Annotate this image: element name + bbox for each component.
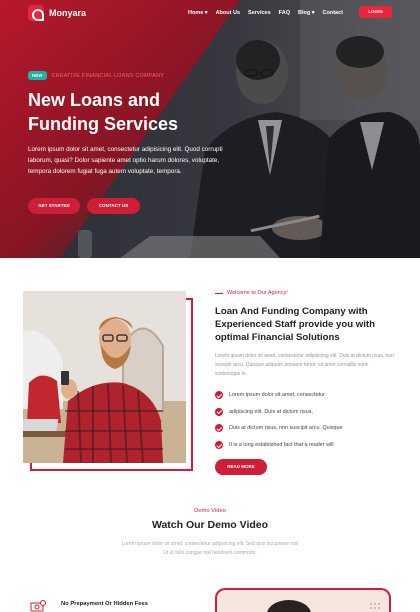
list-item: adipiscing elit. Duis at dictum risus,	[215, 404, 400, 421]
check-circle-icon	[215, 441, 223, 450]
login-button[interactable]: LOGIN	[359, 6, 392, 18]
about-image	[23, 291, 186, 463]
hero-description: Lorem ipsum dolor sit amet, consectetur …	[28, 146, 223, 175]
feature-title: No Prepayment Or Hidden Fees	[61, 601, 148, 607]
hero-kicker: NEW CREATIVE FINANCIAL LOANS COMPANY	[28, 71, 164, 80]
check-circle-icon	[215, 391, 223, 400]
read-more-button[interactable]: READ MORE	[215, 459, 267, 475]
nav-item-blog[interactable]: Blog ▾	[298, 10, 315, 16]
check-circle-icon	[215, 407, 223, 416]
hero-title: New Loans and Funding Services	[28, 88, 258, 136]
about-description: Lorem ipsum dolor sit amet, consectetur …	[215, 353, 394, 377]
kicker-line	[215, 292, 223, 294]
top-navbar: Monyara Home ▾ About Us Services FAQ Blo…	[0, 0, 420, 26]
contact-us-button[interactable]: CONTACT US	[87, 198, 140, 214]
person-photo	[267, 600, 380, 612]
demo-kicker: Demo Video	[194, 508, 226, 514]
logo-text: Monyara	[49, 8, 87, 18]
new-badge: NEW	[28, 71, 47, 80]
hero-section: Monyara Home ▾ About Us Services FAQ Blo…	[0, 0, 420, 258]
feature-text: Duis at dictum risus, non suscipit arcu.…	[229, 425, 343, 432]
get-started-button[interactable]: GET STARTED	[28, 198, 80, 214]
logo[interactable]: Monyara	[28, 5, 86, 21]
nav-item-services[interactable]: Services	[248, 10, 271, 16]
about-kicker-text: Welcome to Our Agency!	[227, 290, 288, 296]
demo-title: Watch Our Demo Video	[151, 519, 269, 531]
list-item: Duis at dictum risus, non suscipit arcu.…	[215, 420, 400, 437]
feature-text: It is a long established fact that a rea…	[229, 442, 334, 449]
feature-text: adipiscing elit. Duis at dictum risus,	[229, 408, 313, 415]
man-with-phone-photo	[23, 291, 186, 463]
feature-text: Lorem ipsum dolor sit amet, consectetur	[229, 392, 325, 399]
nav-item-home[interactable]: Home ▾	[188, 10, 208, 16]
nav-item-faq[interactable]: FAQ	[279, 10, 290, 16]
hero-buttons: GET STARTED CONTACT US	[28, 198, 140, 214]
bottom-image-card	[215, 588, 391, 612]
list-item: Lorem ipsum dolor sit amet, consectetur	[215, 387, 400, 404]
demo-description: Lorem ipsum dolor sit amet, consectetur …	[121, 541, 299, 556]
hero-title-line1: New Loans and	[28, 90, 161, 110]
logo-icon	[28, 5, 44, 21]
feature-list: Lorem ipsum dolor sit amet, consectetur …	[215, 387, 400, 453]
hero-kicker-text: CREATIVE FINANCIAL LOANS COMPANY	[51, 72, 165, 79]
check-circle-icon	[215, 424, 223, 433]
about-title: Loan And Funding Company with Experience…	[215, 306, 375, 343]
hero-title-line2: Funding Services	[28, 114, 179, 134]
money-icon	[30, 600, 46, 612]
about-kicker: Welcome to Our Agency!	[215, 290, 288, 296]
nav-item-contact[interactable]: Contact	[323, 10, 343, 16]
main-menu: Home ▾ About Us Services FAQ Blog ▾ Cont…	[188, 10, 351, 16]
list-item: It is a long established fact that a rea…	[215, 437, 400, 454]
nav-item-about[interactable]: About Us	[216, 10, 240, 16]
